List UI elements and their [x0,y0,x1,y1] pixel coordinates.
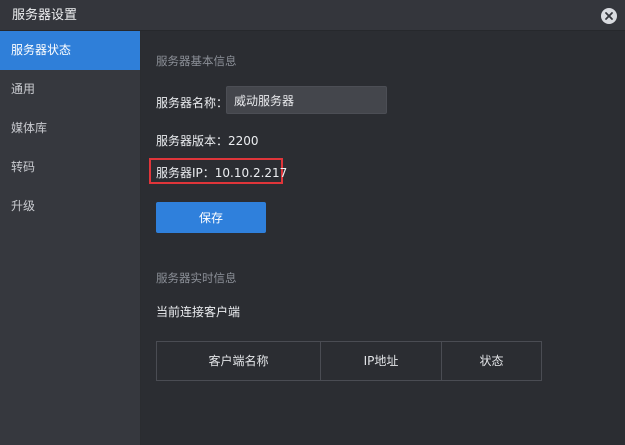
server-settings-window: 服务器设置 服务器状态 通用 媒体库 转码 升级 服务器基本信息 服务器名称： … [0,0,625,445]
server-name-label: 服务器名称： [156,96,229,110]
sidebar-item-server-status[interactable]: 服务器状态 [0,31,140,70]
realtime-info-section-title: 服务器实时信息 [156,271,237,285]
main-panel: 服务器基本信息 服务器名称： 服务器版本：2200 服务器IP：10.10.2.… [141,31,625,445]
sidebar-item-transcode[interactable]: 转码 [0,148,140,187]
sidebar-item-label: 转码 [11,160,36,174]
server-ip-text: 服务器IP：10.10.2.217 [156,166,288,180]
basic-info-section-title: 服务器基本信息 [156,54,237,68]
close-button[interactable] [601,8,617,24]
column-header-client-name[interactable]: 客户端名称 [157,342,321,380]
connected-clients-label: 当前连接客户端 [156,305,241,319]
server-version-text: 服务器版本：2200 [156,134,259,148]
sidebar: 服务器状态 通用 媒体库 转码 升级 [0,31,141,445]
sidebar-item-media-library[interactable]: 媒体库 [0,109,140,148]
save-button[interactable]: 保存 [156,202,266,233]
sidebar-item-upgrade[interactable]: 升级 [0,187,140,226]
sidebar-item-label: 媒体库 [11,121,48,135]
title-bar: 服务器设置 [0,0,625,31]
close-icon [605,12,613,20]
server-name-input[interactable] [226,86,387,114]
column-header-status[interactable]: 状态 [442,342,541,380]
sidebar-item-label: 通用 [11,82,36,96]
column-header-ip-address[interactable]: IP地址 [321,342,442,380]
window-title: 服务器设置 [12,8,78,23]
sidebar-item-general[interactable]: 通用 [0,70,140,109]
client-table-header: 客户端名称 IP地址 状态 [156,341,542,381]
sidebar-item-label: 升级 [11,199,36,213]
sidebar-item-label: 服务器状态 [11,43,72,57]
